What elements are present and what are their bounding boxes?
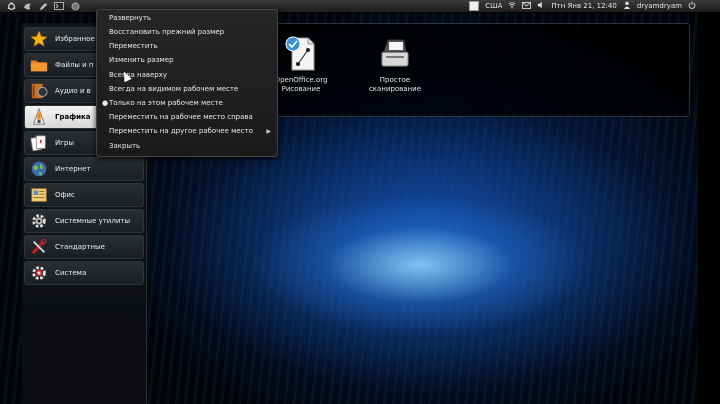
gear-icon [29, 211, 49, 231]
category-system-tools[interactable]: Системные утилиты [24, 209, 144, 233]
menu-item-only-this-workspace[interactable]: ● Только на этом рабочем месте [97, 97, 277, 110]
category-label: Интернет [55, 165, 91, 173]
menu-item-label: Переместить на другое рабочее место [109, 127, 253, 135]
system-tray: США Птн Янв 21, 12:40 dryamdryam [469, 0, 696, 12]
media-icon [29, 81, 49, 101]
menu-item-close[interactable]: Закрыть [97, 140, 277, 153]
office-icon [29, 185, 49, 205]
category-accessories[interactable]: Стандартные [24, 235, 144, 259]
category-label: Система [55, 269, 87, 277]
category-label: Офис [55, 191, 75, 199]
category-internet[interactable]: Интернет [24, 157, 144, 181]
network-icon[interactable] [508, 1, 516, 11]
menu-item-label: Изменить размер [109, 56, 174, 64]
help-icon[interactable] [70, 1, 80, 11]
volume-icon[interactable] [537, 1, 545, 11]
menu-item-label: Восстановить прежний размер [109, 28, 225, 36]
edit-icon[interactable] [38, 1, 48, 11]
tools-icon [29, 237, 49, 257]
menu-item-label: Развернуть [109, 14, 152, 22]
category-office[interactable]: Офис [24, 183, 144, 207]
star-icon [29, 29, 49, 49]
category-label: Стандартные [55, 243, 105, 251]
category-label: Избранное [55, 35, 95, 43]
globe-icon [29, 159, 49, 179]
username-label[interactable]: dryamdryam [637, 2, 682, 10]
folder-icon [29, 55, 49, 75]
frame-border [698, 0, 720, 404]
category-label: Графика [55, 113, 91, 121]
category-label: Файлы и п [55, 61, 94, 69]
menu-item-move[interactable]: Переместить [97, 40, 277, 53]
category-label: Игры [55, 139, 74, 147]
menu-item-always-visible-workspace[interactable]: Всегда на видимом рабочем месте [97, 83, 277, 96]
menu-item-label: Только на этом рабочем месте [109, 99, 223, 107]
mail-icon[interactable] [522, 1, 532, 11]
keyboard-indicator-icon[interactable] [469, 1, 480, 11]
category-label: Аудио и в [55, 87, 91, 95]
app-label-line1: Простое [379, 76, 411, 84]
keyboard-layout-label[interactable]: США [485, 2, 502, 10]
scanner-icon [378, 36, 412, 72]
thunderbird-icon[interactable] [22, 1, 32, 11]
menu-item-label: Всегда наверху [109, 71, 168, 79]
menu-item-move-other-workspace[interactable]: Переместить на другое рабочее место ▶ [97, 125, 277, 138]
power-icon[interactable] [688, 1, 696, 11]
cards-icon [29, 133, 49, 153]
ubuntu-logo-icon[interactable] [6, 1, 16, 11]
app-simple-scan[interactable]: Простое сканирование [360, 36, 430, 94]
category-label: Системные утилиты [55, 217, 130, 225]
app-label-line2: сканирование [368, 85, 422, 93]
menu-item-label: Переместить [109, 42, 158, 50]
menu-item-maximize[interactable]: Развернуть [97, 12, 277, 25]
graphics-icon [29, 107, 49, 127]
menu-item-restore[interactable]: Восстановить прежний размер [97, 26, 277, 39]
menu-item-move-workspace-right[interactable]: Переместить на рабочее место справа [97, 111, 277, 124]
terminal-icon[interactable] [54, 1, 64, 11]
openoffice-draw-icon [284, 36, 318, 72]
clock-label[interactable]: Птн Янв 21, 12:40 [551, 2, 616, 10]
user-icon[interactable] [623, 1, 631, 11]
menu-item-label: Закрыть [109, 142, 141, 150]
window-context-menu: Развернуть Восстановить прежний размер П… [96, 9, 278, 157]
menu-item-resize[interactable]: Изменить размер [97, 54, 277, 67]
radio-dot-icon: ● [102, 99, 109, 107]
menu-item-label: Переместить на рабочее место справа [109, 113, 253, 121]
category-system[interactable]: Система [24, 261, 144, 285]
menu-item-label: Всегда на видимом рабочем месте [109, 85, 239, 93]
system-gear-icon [29, 263, 49, 283]
submenu-arrow-icon: ▶ [266, 128, 271, 135]
